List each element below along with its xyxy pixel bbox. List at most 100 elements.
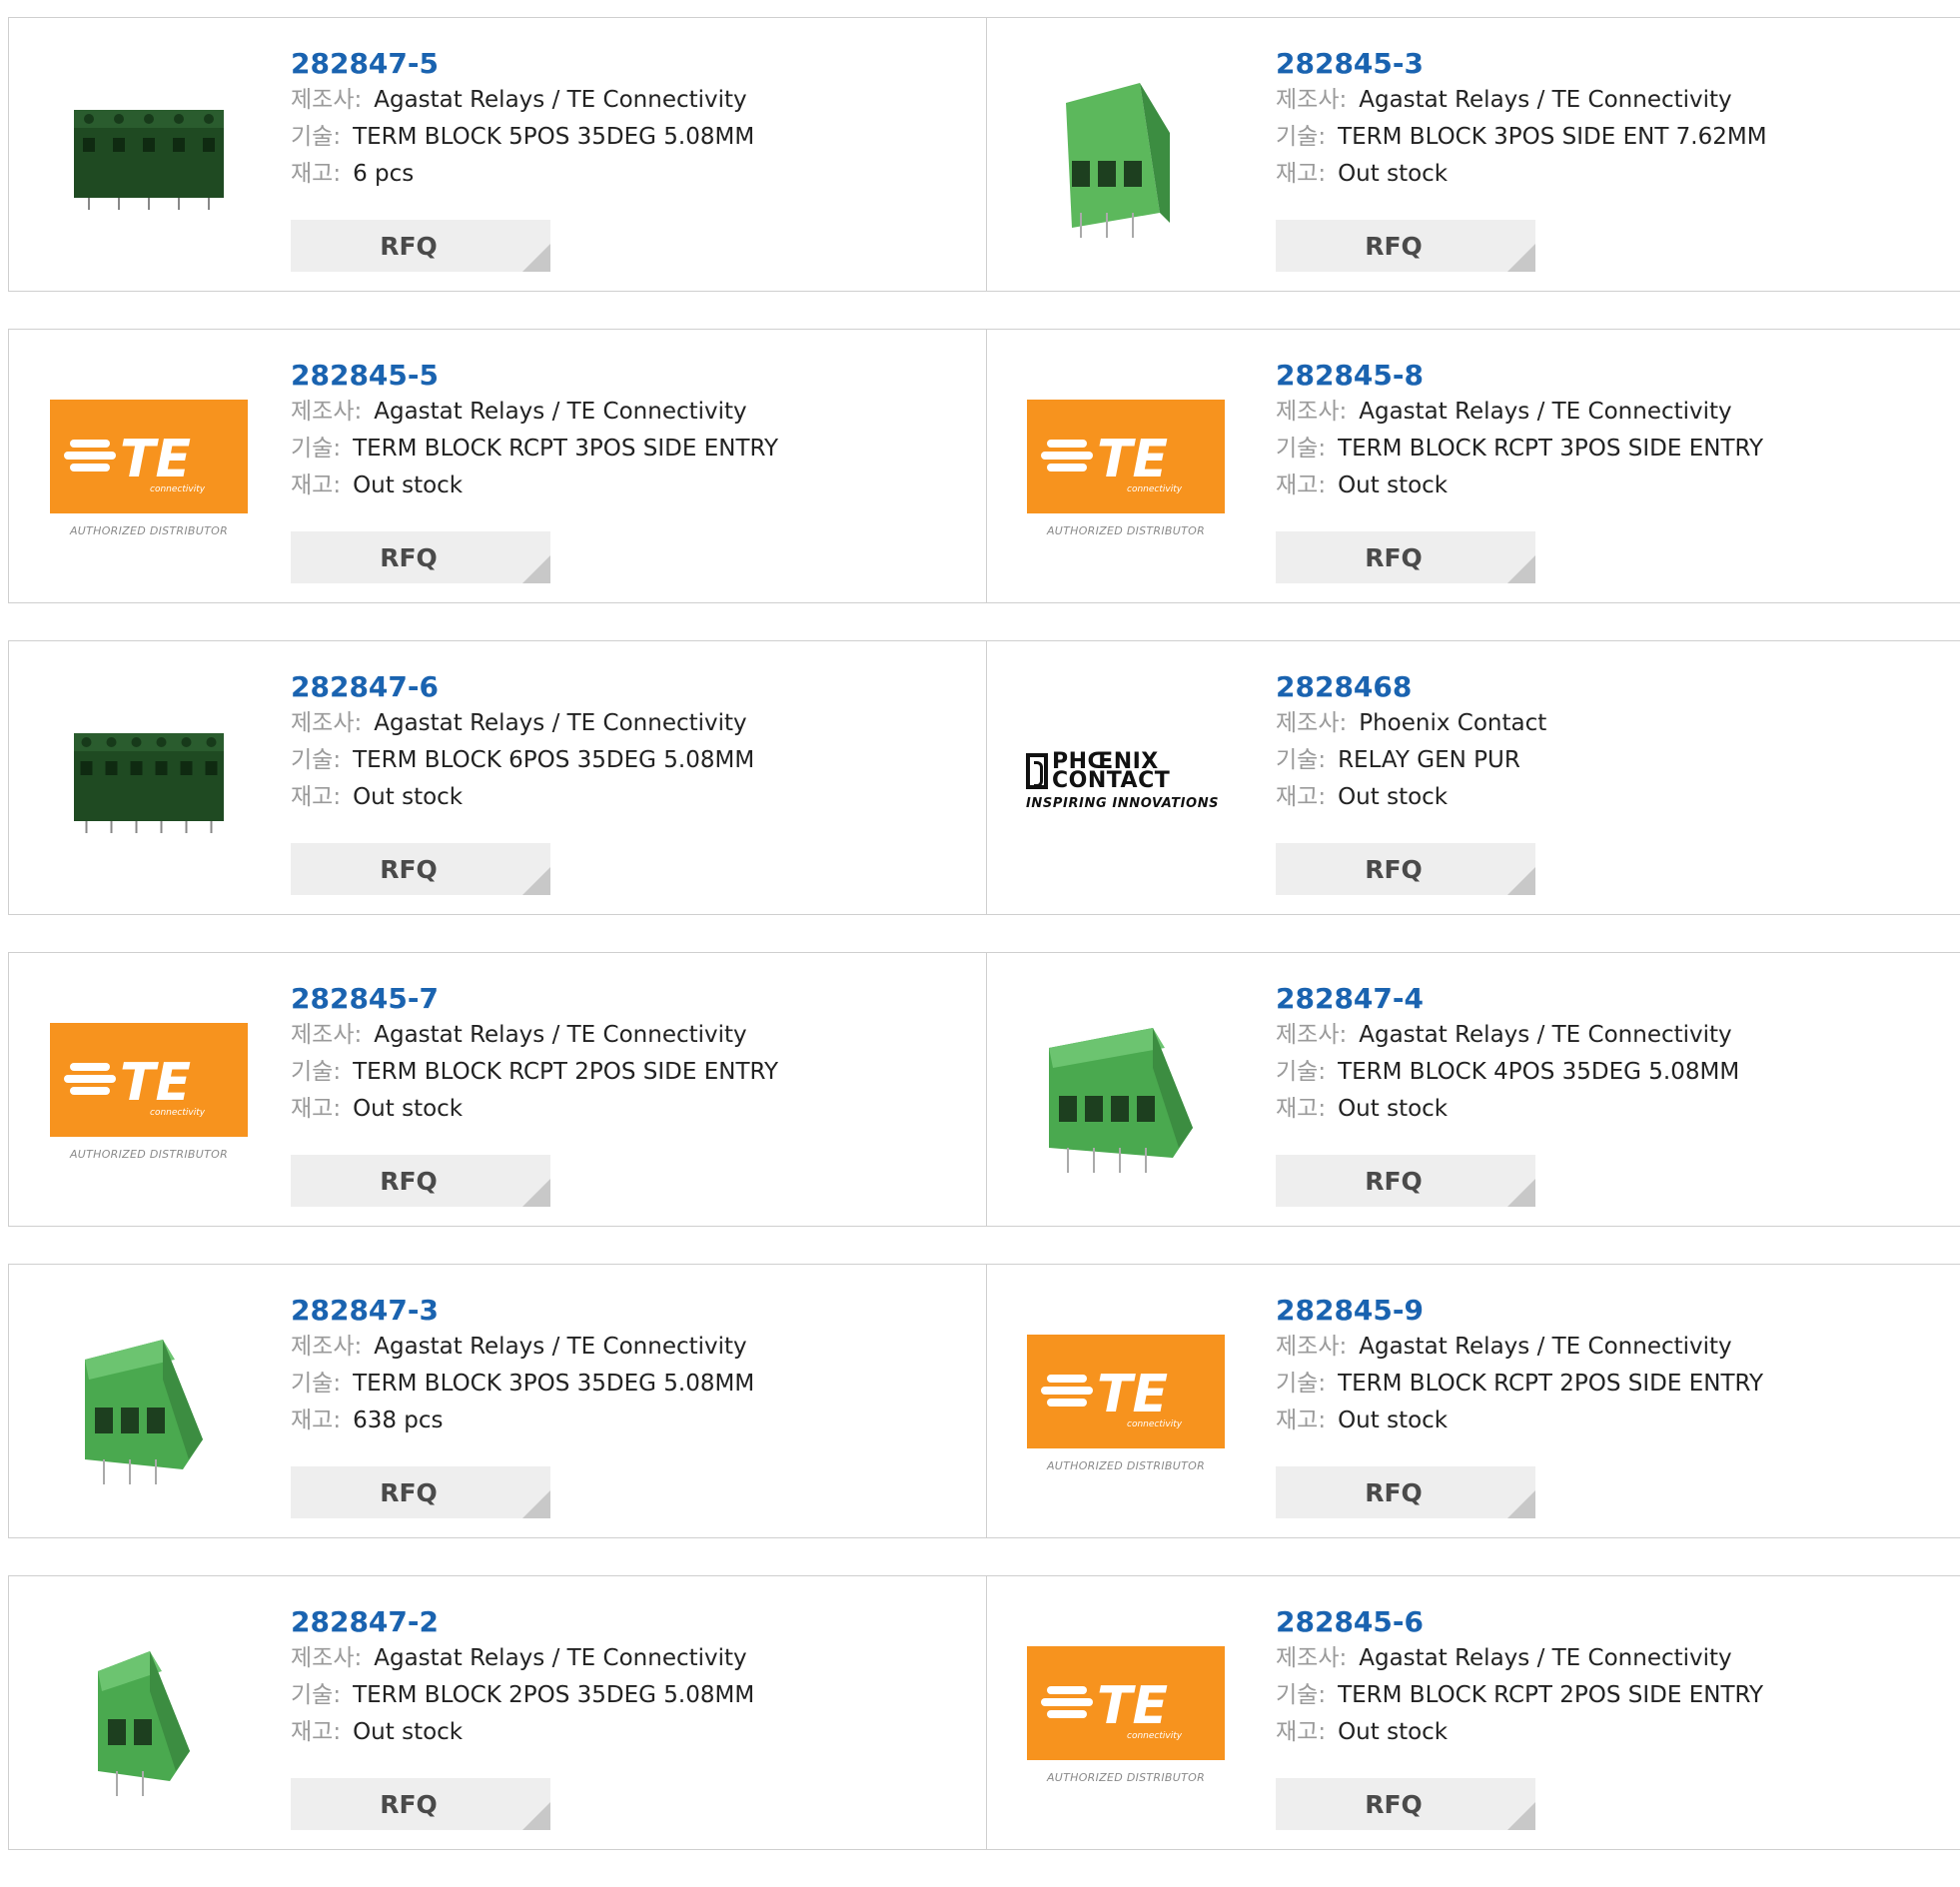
manufacturer-value: Agastat Relays / TE Connectivity (1359, 1645, 1732, 1671)
rfq-button[interactable]: RFQ (1276, 220, 1535, 272)
product-thumbnail[interactable] (49, 1616, 249, 1816)
corner-triangle-icon (522, 555, 550, 583)
stock-label: 재고: (291, 784, 342, 810)
rfq-button[interactable]: RFQ (291, 531, 550, 583)
description-line: 기술: TERM BLOCK 3POS 35DEG 5.08MM (291, 1366, 754, 1403)
manufacturer-label: 제조사: (1276, 399, 1348, 425)
rfq-button-label: RFQ (1365, 1789, 1423, 1819)
stock-line: 재고: Out stock (1276, 1714, 1763, 1751)
description-label: 기술: (1276, 1682, 1327, 1708)
description-line: 기술: TERM BLOCK 2POS 35DEG 5.08MM (291, 1677, 754, 1714)
terminal-block-image (74, 110, 224, 210)
product-info: 282845-5 제조사: Agastat Relays / TE Connect… (291, 358, 778, 504)
product-info: 282845-8 제조사: Agastat Relays / TE Connect… (1276, 358, 1763, 504)
manufacturer-value: Agastat Relays / TE Connectivity (374, 710, 747, 736)
manufacturer-value: Agastat Relays / TE Connectivity (374, 87, 747, 113)
part-number-link[interactable]: 282847-3 (291, 1293, 754, 1329)
part-number-link[interactable]: 282845-6 (1276, 1604, 1763, 1640)
part-number-link[interactable]: 282847-4 (1276, 981, 1739, 1017)
part-number-link[interactable]: 282847-2 (291, 1604, 754, 1640)
manufacturer-label: 제조사: (1276, 87, 1348, 113)
description-label: 기술: (1276, 1059, 1327, 1085)
description-value: TERM BLOCK 3POS SIDE ENT 7.62MM (1338, 124, 1767, 150)
product-thumbnail[interactable] (1026, 993, 1226, 1193)
part-number-link[interactable]: 2828468 (1276, 669, 1546, 705)
rfq-button-label: RFQ (1365, 854, 1423, 884)
description-label: 기술: (291, 124, 342, 150)
rfq-button[interactable]: RFQ (1276, 531, 1535, 583)
description-label: 기술: (291, 747, 342, 773)
description-line: 기술: TERM BLOCK RCPT 3POS SIDE ENTRY (291, 431, 778, 468)
rfq-button[interactable]: RFQ (291, 220, 550, 272)
part-number-link[interactable]: 282845-3 (1276, 46, 1767, 82)
product-thumbnail[interactable]: TE connectivity AUTHORIZED DISTRIBUTOR (49, 370, 249, 569)
product-info: 282847-3 제조사: Agastat Relays / TE Connect… (291, 1293, 754, 1439)
product-thumbnail[interactable] (49, 58, 249, 258)
product-card: TE connectivity AUTHORIZED DISTRIBUTOR 2… (987, 1265, 1960, 1537)
description-line: 기술: TERM BLOCK RCPT 3POS SIDE ENTRY (1276, 431, 1763, 468)
manufacturer-value: Agastat Relays / TE Connectivity (374, 399, 747, 425)
stock-value: Out stock (1338, 1408, 1449, 1433)
part-number-link[interactable]: 282845-9 (1276, 1293, 1763, 1329)
manufacturer-line: 제조사: Agastat Relays / TE Connectivity (1276, 82, 1767, 119)
rfq-button[interactable]: RFQ (1276, 843, 1535, 895)
description-line: 기술: TERM BLOCK RCPT 2POS SIDE ENTRY (291, 1054, 778, 1091)
manufacturer-line: 제조사: Agastat Relays / TE Connectivity (1276, 1640, 1763, 1677)
product-thumbnail[interactable] (1026, 58, 1226, 258)
description-line: 기술: TERM BLOCK RCPT 2POS SIDE ENTRY (1276, 1366, 1763, 1403)
stock-label: 재고: (1276, 161, 1327, 187)
manufacturer-line: 제조사: Agastat Relays / TE Connectivity (1276, 1329, 1763, 1366)
product-thumbnail[interactable] (49, 1305, 249, 1504)
stock-line: 재고: Out stock (291, 468, 778, 504)
te-logo-box: TE connectivity (50, 400, 248, 513)
product-info: 282845-7 제조사: Agastat Relays / TE Connect… (291, 981, 778, 1128)
rfq-button[interactable]: RFQ (291, 843, 550, 895)
product-thumbnail[interactable]: TE connectivity AUTHORIZED DISTRIBUTOR (1026, 1616, 1226, 1816)
rfq-button[interactable]: RFQ (291, 1466, 550, 1518)
part-number-link[interactable]: 282847-5 (291, 46, 754, 82)
phoenix-mark-icon (1026, 752, 1048, 789)
te-logo: TE connectivity AUTHORIZED DISTRIBUTOR (49, 400, 249, 539)
te-logo: TE connectivity AUTHORIZED DISTRIBUTOR (49, 1023, 249, 1163)
product-thumbnail[interactable]: TE connectivity AUTHORIZED DISTRIBUTOR (49, 993, 249, 1193)
product-card: TE connectivity AUTHORIZED DISTRIBUTOR 2… (987, 330, 1960, 602)
product-thumbnail[interactable]: TE connectivity AUTHORIZED DISTRIBUTOR (1026, 1305, 1226, 1504)
rfq-button-label: RFQ (380, 1166, 438, 1196)
rfq-button[interactable]: RFQ (1276, 1466, 1535, 1518)
terminal-block-image (1066, 83, 1170, 238)
part-number-link[interactable]: 282845-5 (291, 358, 778, 394)
rfq-button-label: RFQ (1365, 231, 1423, 261)
product-card: 282847-5 제조사: Agastat Relays / TE Connect… (9, 18, 987, 291)
part-number-link[interactable]: 282847-6 (291, 669, 754, 705)
description-value: TERM BLOCK 5POS 35DEG 5.08MM (353, 124, 755, 150)
te-logo-box: TE connectivity (1027, 400, 1225, 513)
stock-line: 재고: Out stock (1276, 779, 1546, 816)
product-thumbnail[interactable] (49, 681, 249, 881)
product-card: 282847-2 제조사: Agastat Relays / TE Connect… (9, 1576, 987, 1849)
stock-line: 재고: 638 pcs (291, 1403, 754, 1439)
rfq-button[interactable]: RFQ (291, 1155, 550, 1207)
corner-triangle-icon (522, 867, 550, 895)
manufacturer-line: 제조사: Agastat Relays / TE Connectivity (291, 1640, 754, 1677)
te-distributor-text: AUTHORIZED DISTRIBUTOR (69, 1148, 229, 1161)
product-grid: 282847-5 제조사: Agastat Relays / TE Connect… (8, 17, 1960, 1887)
product-row: 282847-3 제조사: Agastat Relays / TE Connect… (8, 1264, 1960, 1538)
rfq-button-label: RFQ (1365, 542, 1423, 572)
product-info: 282847-2 제조사: Agastat Relays / TE Connect… (291, 1604, 754, 1751)
stock-label: 재고: (291, 1719, 342, 1745)
product-thumbnail[interactable]: TE connectivity AUTHORIZED DISTRIBUTOR (1026, 370, 1226, 569)
manufacturer-value: Agastat Relays / TE Connectivity (1359, 1022, 1732, 1048)
stock-value: Out stock (353, 1719, 464, 1745)
part-number-link[interactable]: 282845-7 (291, 981, 778, 1017)
description-value: TERM BLOCK 3POS 35DEG 5.08MM (353, 1371, 755, 1397)
description-value: TERM BLOCK 4POS 35DEG 5.08MM (1338, 1059, 1740, 1085)
product-thumbnail[interactable]: PHŒNIX CONTACT INSPIRING INNOVATIONS (1026, 681, 1226, 881)
rfq-button[interactable]: RFQ (1276, 1155, 1535, 1207)
product-card: 282845-3 제조사: Agastat Relays / TE Connect… (987, 18, 1960, 291)
part-number-link[interactable]: 282845-8 (1276, 358, 1763, 394)
rfq-button[interactable]: RFQ (1276, 1778, 1535, 1830)
rfq-button[interactable]: RFQ (291, 1778, 550, 1830)
stock-value: Out stock (1338, 161, 1449, 187)
stock-value: Out stock (353, 784, 464, 810)
manufacturer-label: 제조사: (1276, 1334, 1348, 1360)
